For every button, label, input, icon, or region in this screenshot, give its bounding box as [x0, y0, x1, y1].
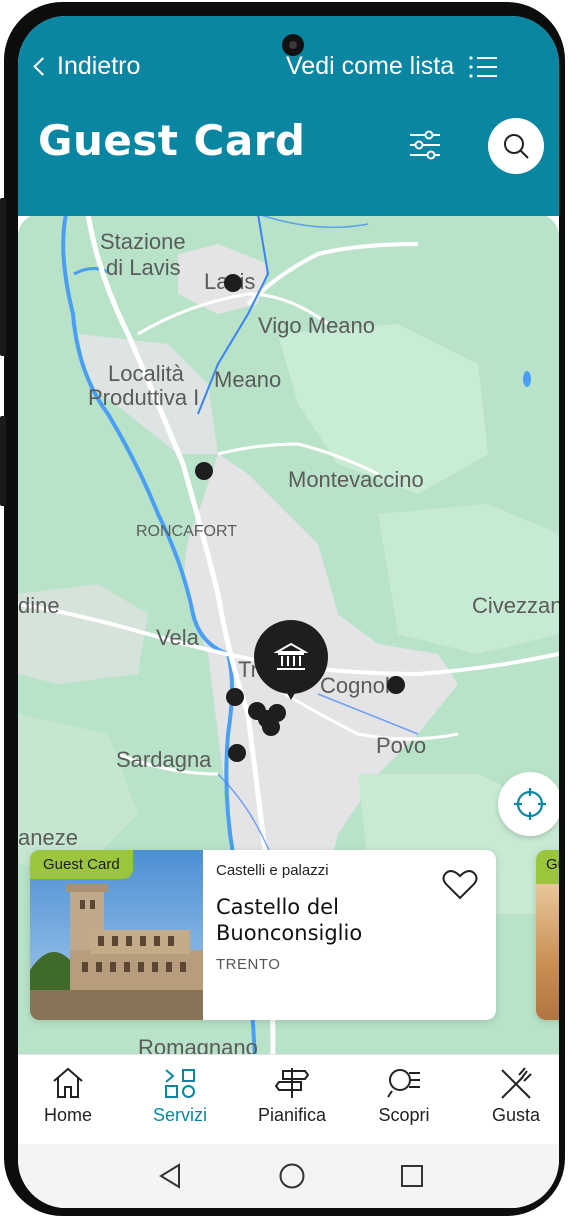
cutlery-icon — [501, 1067, 532, 1099]
list-icon — [469, 55, 498, 78]
tab-home[interactable]: Home — [18, 1055, 118, 1145]
services-icon — [165, 1069, 195, 1098]
map-poi[interactable] — [262, 718, 280, 736]
map-label: Povo — [376, 733, 427, 758]
system-nav-bar — [18, 1144, 559, 1208]
map-label: Produttiva I — [88, 385, 200, 410]
map-poi[interactable] — [224, 274, 242, 292]
map-label: Cognol — [320, 673, 390, 698]
search-icon — [504, 134, 529, 159]
tab-gusta[interactable]: Gusta — [466, 1055, 559, 1145]
map-poi[interactable] — [228, 744, 246, 762]
map-poi[interactable] — [387, 676, 405, 694]
signpost-icon — [275, 1068, 309, 1098]
next-place-card[interactable]: Gu — [536, 850, 559, 1020]
place-photo — [536, 884, 559, 1020]
map-label: aneze — [18, 825, 78, 850]
place-city: TRENTO — [216, 956, 281, 973]
phone-frame: Stazione di Lavis Lavis Vigo Meano Local… — [0, 2, 565, 1216]
guest-card-badge: Guest Card — [30, 850, 133, 879]
map-label: Vela — [156, 625, 199, 650]
app-header: Indietro Vedi come lista Guest Card — [18, 16, 559, 216]
map-label: Località — [108, 361, 184, 386]
map-label: Meano — [214, 367, 282, 392]
map-label: Sardagna — [116, 747, 212, 772]
back-triangle-icon[interactable] — [158, 1162, 182, 1190]
screen: Stazione di Lavis Lavis Vigo Meano Local… — [18, 16, 559, 1208]
home-icon — [53, 1067, 83, 1098]
filter-icon[interactable] — [408, 128, 442, 162]
crosshair-icon — [514, 788, 546, 820]
map-label: Stazione — [100, 229, 186, 254]
map-label: Vigo Meano — [258, 313, 376, 338]
chevron-left-icon — [33, 57, 52, 76]
place-category: Castelli e palazzi — [216, 862, 329, 879]
guest-card-badge: Gu — [536, 850, 559, 884]
map-label: RONCAFORT — [136, 523, 238, 540]
home-circle-icon[interactable] — [278, 1162, 306, 1190]
map-label: Montevaccino — [288, 467, 424, 492]
bottom-tab-bar: Home Servizi Pianifica Scopri Gusta — [18, 1054, 559, 1145]
volume-button — [0, 198, 6, 356]
discover-icon — [387, 1069, 420, 1098]
place-title: Castello del Buonconsiglio — [216, 895, 363, 945]
map-label: dine — [18, 593, 60, 618]
back-label: Indietro — [57, 52, 141, 80]
museum-icon — [274, 642, 308, 670]
map-label: di Lavis — [106, 255, 181, 280]
list-view-button[interactable]: Vedi come lista — [286, 52, 498, 81]
list-view-label: Vedi come lista — [286, 52, 455, 80]
map-poi[interactable] — [226, 688, 244, 706]
tab-label: Pianifica — [257, 1105, 327, 1125]
search-button[interactable] — [488, 118, 544, 174]
map-label: Civezzan — [472, 593, 559, 618]
tab-servizi[interactable]: Servizi — [130, 1055, 230, 1145]
back-button[interactable]: Indietro — [33, 52, 141, 81]
tab-label: Home — [43, 1105, 92, 1125]
tab-scopri[interactable]: Scopri — [354, 1055, 454, 1145]
tab-label: Scopri — [378, 1105, 430, 1125]
my-location-button[interactable] — [498, 772, 559, 836]
heart-icon[interactable] — [442, 868, 478, 900]
front-camera — [282, 34, 304, 56]
map-poi[interactable] — [195, 462, 213, 480]
power-button — [0, 416, 6, 506]
tab-label: Gusta — [491, 1105, 541, 1125]
tab-label: Servizi — [152, 1105, 207, 1125]
selected-map-marker[interactable] — [254, 620, 328, 700]
place-card[interactable]: Guest Card Castelli e palazzi Castello d… — [30, 850, 496, 1020]
page-title: Guest Card — [38, 116, 306, 165]
tab-pianifica[interactable]: Pianifica — [242, 1055, 342, 1145]
recent-apps-icon[interactable] — [400, 1164, 424, 1188]
